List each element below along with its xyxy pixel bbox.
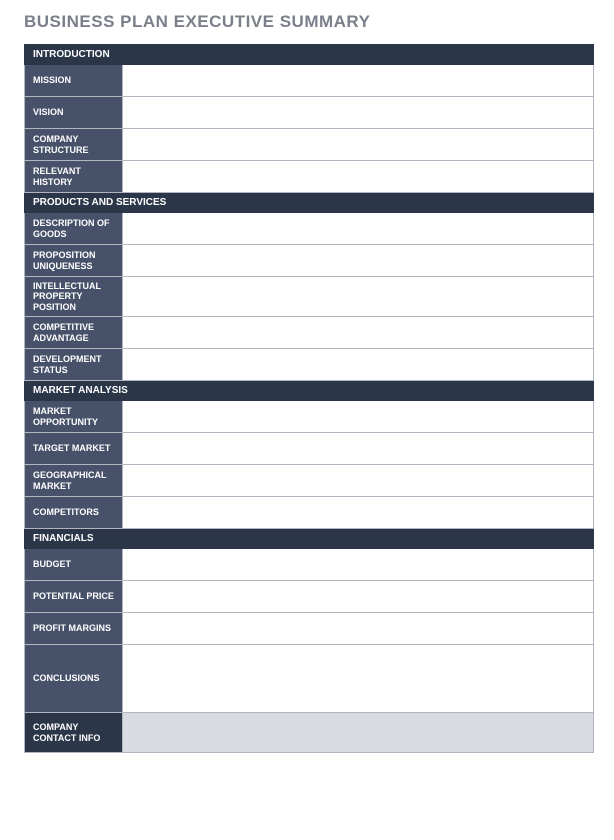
summary-table: INTRODUCTION MISSION VISION COMPANY STRU… <box>24 44 594 753</box>
section-header-market-analysis: MARKET ANALYSIS <box>25 381 594 401</box>
value-vision[interactable] <box>123 97 594 129</box>
label-company-contact-info: COMPANY CONTACT INFO <box>25 713 123 753</box>
row-profit-margins: PROFIT MARGINS <box>25 613 594 645</box>
value-proposition-uniqueness[interactable] <box>123 245 594 277</box>
row-company-structure: COMPANY STRUCTURE <box>25 129 594 161</box>
label-potential-price: POTENTIAL PRICE <box>25 581 123 613</box>
row-budget: BUDGET <box>25 549 594 581</box>
row-competitors: COMPETITORS <box>25 497 594 529</box>
value-relevant-history[interactable] <box>123 161 594 193</box>
label-budget: BUDGET <box>25 549 123 581</box>
value-conclusions[interactable] <box>123 645 594 713</box>
section-header-introduction: INTRODUCTION <box>25 45 594 65</box>
row-proposition-uniqueness: PROPOSITION UNIQUENESS <box>25 245 594 277</box>
section-header-label: MARKET ANALYSIS <box>25 381 594 401</box>
value-mission[interactable] <box>123 65 594 97</box>
row-description-of-goods: DESCRIPTION OF GOODS <box>25 213 594 245</box>
label-relevant-history: RELEVANT HISTORY <box>25 161 123 193</box>
row-development-status: DEVELOPMENT STATUS <box>25 349 594 381</box>
row-competitive-advantage: COMPETITIVE ADVANTAGE <box>25 317 594 349</box>
row-ip-position: INTELLECTUAL PROPERTY POSITION <box>25 277 594 317</box>
value-company-contact-info[interactable] <box>123 713 594 753</box>
label-conclusions: CONCLUSIONS <box>25 645 123 713</box>
value-company-structure[interactable] <box>123 129 594 161</box>
label-geographical-market: GEOGRAPHICAL MARKET <box>25 465 123 497</box>
row-potential-price: POTENTIAL PRICE <box>25 581 594 613</box>
row-geographical-market: GEOGRAPHICAL MARKET <box>25 465 594 497</box>
row-company-contact-info: COMPANY CONTACT INFO <box>25 713 594 753</box>
value-target-market[interactable] <box>123 433 594 465</box>
value-potential-price[interactable] <box>123 581 594 613</box>
section-header-financials: FINANCIALS <box>25 529 594 549</box>
label-mission: MISSION <box>25 65 123 97</box>
row-vision: VISION <box>25 97 594 129</box>
label-proposition-uniqueness: PROPOSITION UNIQUENESS <box>25 245 123 277</box>
row-mission: MISSION <box>25 65 594 97</box>
row-relevant-history: RELEVANT HISTORY <box>25 161 594 193</box>
label-vision: VISION <box>25 97 123 129</box>
label-market-opportunity: MARKET OPPORTUNITY <box>25 401 123 433</box>
value-description-of-goods[interactable] <box>123 213 594 245</box>
value-competitive-advantage[interactable] <box>123 317 594 349</box>
value-profit-margins[interactable] <box>123 613 594 645</box>
row-market-opportunity: MARKET OPPORTUNITY <box>25 401 594 433</box>
value-market-opportunity[interactable] <box>123 401 594 433</box>
value-competitors[interactable] <box>123 497 594 529</box>
section-header-label: FINANCIALS <box>25 529 594 549</box>
label-profit-margins: PROFIT MARGINS <box>25 613 123 645</box>
value-development-status[interactable] <box>123 349 594 381</box>
label-development-status: DEVELOPMENT STATUS <box>25 349 123 381</box>
section-header-products-services: PRODUCTS AND SERVICES <box>25 193 594 213</box>
label-competitive-advantage: COMPETITIVE ADVANTAGE <box>25 317 123 349</box>
label-description-of-goods: DESCRIPTION OF GOODS <box>25 213 123 245</box>
label-competitors: COMPETITORS <box>25 497 123 529</box>
value-ip-position[interactable] <box>123 277 594 317</box>
page-title: BUSINESS PLAN EXECUTIVE SUMMARY <box>24 12 594 32</box>
row-conclusions: CONCLUSIONS <box>25 645 594 713</box>
value-budget[interactable] <box>123 549 594 581</box>
label-company-structure: COMPANY STRUCTURE <box>25 129 123 161</box>
label-target-market: TARGET MARKET <box>25 433 123 465</box>
section-header-label: PRODUCTS AND SERVICES <box>25 193 594 213</box>
section-header-label: INTRODUCTION <box>25 45 594 65</box>
value-geographical-market[interactable] <box>123 465 594 497</box>
label-ip-position: INTELLECTUAL PROPERTY POSITION <box>25 277 123 317</box>
row-target-market: TARGET MARKET <box>25 433 594 465</box>
